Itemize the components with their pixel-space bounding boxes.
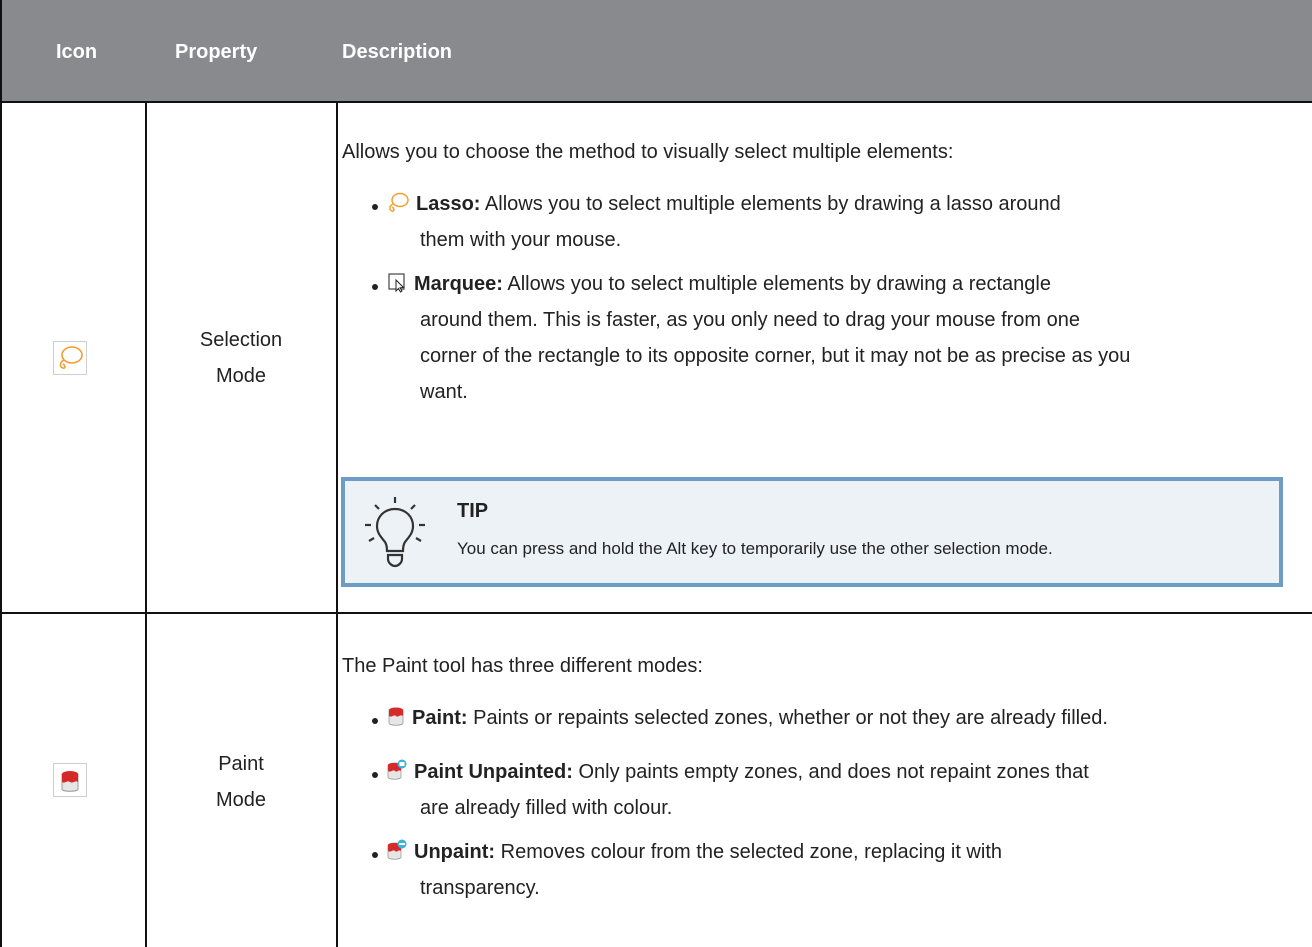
unpaint-icon [386,837,408,873]
selection-intro: Allows you to choose the method to visua… [342,141,954,163]
bullet [372,772,378,778]
property-line: Mode [215,365,267,387]
bullet [372,852,378,858]
lasso-label: Lasso: [416,193,481,215]
lasso-icon [53,341,87,375]
property-paint-mode: Paint Mode [146,746,336,818]
marquee-text: Allows you to select multiple elements b… [502,273,1051,295]
properties-table: Icon Property Description Selection Mode… [0,0,1312,947]
marquee-item: Marquee: Allows you to select multiple e… [386,266,1051,305]
bullet [372,204,378,210]
bullet [372,284,378,290]
lasso-icon [386,189,410,225]
header-divider [0,101,1312,103]
paint-bucket-icon [53,763,87,797]
table-border-left [0,0,2,947]
marquee-text-cont: around them. This is faster, as you only… [420,309,1080,331]
property-selection-mode: Selection Mode [146,322,336,394]
marquee-label: Marquee: [414,273,503,295]
unpaint-label: Unpaint: [414,841,496,863]
property-line: Paint [218,753,264,775]
tip-text: You can press and hold the Alt key to te… [457,539,1053,558]
column-divider-1 [145,102,147,947]
marquee-text-cont: corner of the rectangle to its opposite … [420,345,1131,367]
paint-icon [386,703,406,739]
tip-box: TIP You can press and hold the Alt key t… [341,477,1283,587]
paint-unpainted-icon [386,757,408,793]
row-divider [0,612,1312,614]
bullet [372,718,378,724]
column-divider-2 [336,102,338,947]
unpaint-item: Unpaint: Removes colour from the selecte… [386,834,1002,873]
paint-text: Paints or repaints selected zones, wheth… [467,707,1108,729]
property-line: Mode [215,789,267,811]
header-icon: Icon [56,41,98,63]
lasso-text: Allows you to select multiple elements b… [480,193,1061,215]
unpaint-text: Removes colour from the selected zone, r… [495,841,1002,863]
paint-unpainted-item: Paint Unpainted: Only paints empty zones… [386,754,1089,793]
paint-unpainted-label: Paint Unpainted: [414,761,573,783]
lasso-item: Lasso: Allows you to select multiple ele… [386,186,1061,225]
property-line: Selection [199,329,283,351]
tip-title: TIP [457,500,489,522]
lasso-text-cont: them with your mouse. [420,229,622,251]
marquee-icon [386,269,408,305]
lightbulb-icon [365,497,425,568]
header-property: Property [175,41,258,63]
paint-intro: The Paint tool has three different modes… [342,655,703,677]
table-header: Icon Property Description [0,0,1312,102]
marquee-text-cont: want. [420,381,468,403]
unpaint-text-cont: transparency. [420,877,540,899]
paint-item: Paint: Paints or repaints selected zones… [386,700,1108,739]
header-description: Description [342,41,453,63]
paint-unpainted-text: Only paints empty zones, and does not re… [572,761,1089,783]
paint-unpainted-text-cont: are already filled with colour. [420,797,673,819]
paint-label: Paint: [412,707,468,729]
